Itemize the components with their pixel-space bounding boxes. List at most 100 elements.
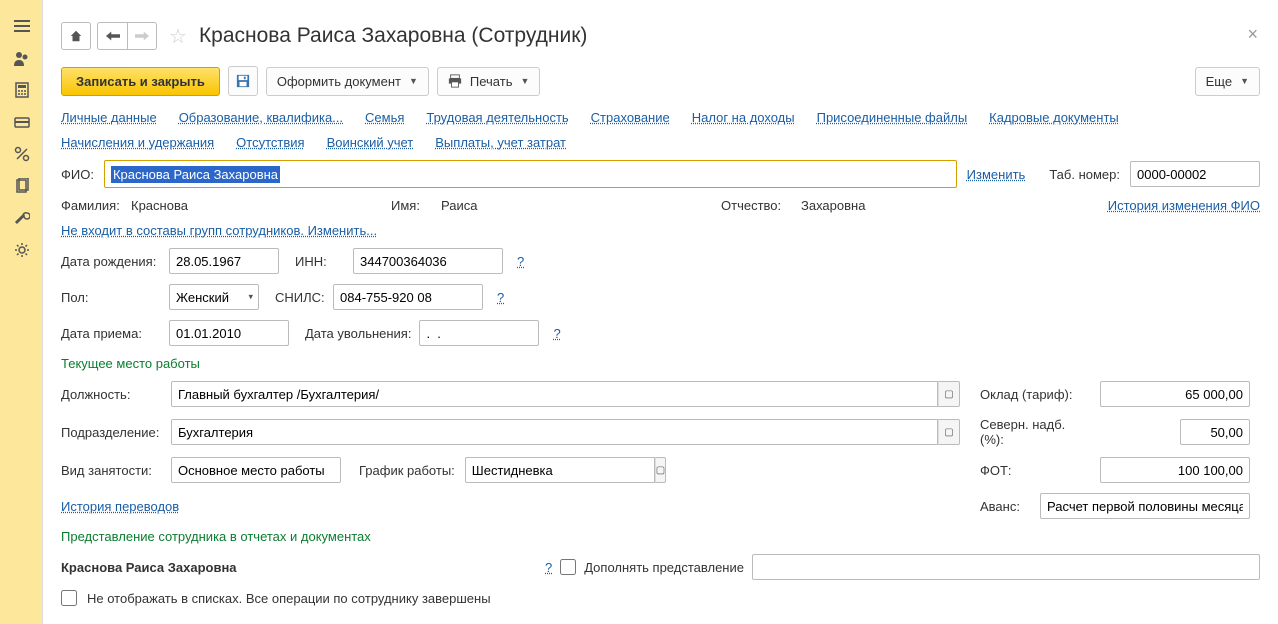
fot-input[interactable] xyxy=(1100,457,1250,483)
chevron-down-icon: ▼ xyxy=(409,76,418,86)
fire-label: Дата увольнения: xyxy=(305,326,411,341)
birth-input[interactable] xyxy=(169,248,279,274)
fio-label: ФИО: xyxy=(61,167,94,182)
toolbar: Записать и закрыть Оформить документ ▼ Пе… xyxy=(61,66,1260,96)
position-open-icon[interactable]: ▢ xyxy=(938,381,960,407)
schedule-open-icon[interactable]: ▢ xyxy=(655,457,666,483)
fio-input[interactable]: Краснова Раиса Захаровна xyxy=(104,160,957,188)
hide-label: Не отображать в списках. Все операции по… xyxy=(87,591,491,606)
supplement-checkbox[interactable] xyxy=(560,559,576,575)
sidebar-wallet-icon[interactable] xyxy=(0,106,43,138)
title-row: ☆ Краснова Раиса Захаровна (Сотрудник) × xyxy=(61,22,1260,50)
gender-select[interactable] xyxy=(169,284,259,310)
nav-back-button[interactable] xyxy=(97,22,127,50)
position-label: Должность: xyxy=(61,387,161,402)
fot-label: ФОТ: xyxy=(980,463,1090,478)
inn-help-icon[interactable]: ? xyxy=(517,254,524,269)
hire-label: Дата приема: xyxy=(61,326,161,341)
chevron-down-icon: ▼ xyxy=(1240,76,1249,86)
close-icon[interactable]: × xyxy=(1247,24,1258,45)
snils-label: СНИЛС: xyxy=(275,290,325,305)
dept-label: Подразделение: xyxy=(61,425,161,440)
tab-insurance[interactable]: Страхование xyxy=(591,110,670,125)
tab-work[interactable]: Трудовая деятельность xyxy=(426,110,568,125)
sidebar-menu-icon[interactable] xyxy=(0,10,43,42)
tab-military[interactable]: Воинский учет xyxy=(327,135,414,150)
more-label: Еще xyxy=(1206,74,1232,89)
nav-forward-button[interactable] xyxy=(127,22,157,50)
surname-value: Краснова xyxy=(131,198,381,213)
sidebar-people-icon[interactable] xyxy=(0,42,43,74)
print-dropdown[interactable]: Печать ▼ xyxy=(437,67,541,96)
fio-change-link[interactable]: Изменить xyxy=(967,167,1026,182)
supplement-label: Дополнять представление xyxy=(584,560,744,575)
tab-no-input[interactable] xyxy=(1130,161,1260,187)
tab-education[interactable]: Образование, квалифика... xyxy=(179,110,343,125)
emptype-label: Вид занятости: xyxy=(61,463,161,478)
sidebar-gear-icon[interactable] xyxy=(0,234,43,266)
save-button[interactable] xyxy=(228,66,258,96)
more-dropdown[interactable]: Еще ▼ xyxy=(1195,67,1260,96)
name-value: Раиса xyxy=(441,198,711,213)
workplace-section-title: Текущее место работы xyxy=(61,356,1260,371)
schedule-label: График работы: xyxy=(359,463,455,478)
sidebar-percent-icon[interactable] xyxy=(0,138,43,170)
sidebar-wrench-icon[interactable] xyxy=(0,202,43,234)
surname-label: Фамилия: xyxy=(61,198,121,213)
favorite-star-icon[interactable]: ☆ xyxy=(169,24,187,49)
groups-link[interactable]: Не входит в составы групп сотрудников. И… xyxy=(61,223,377,238)
main-content: ☆ Краснова Раиса Захаровна (Сотрудник) ×… xyxy=(43,0,1278,624)
tab-absences[interactable]: Отсутствия xyxy=(236,135,304,150)
north-label: Северн. надб. (%): xyxy=(980,417,1090,447)
tab-no-label: Таб. номер: xyxy=(1049,167,1120,182)
create-doc-dropdown[interactable]: Оформить документ ▼ xyxy=(266,67,429,96)
sidebar xyxy=(0,0,43,624)
tab-hr-docs[interactable]: Кадровые документы xyxy=(989,110,1119,125)
salary-input[interactable] xyxy=(1100,381,1250,407)
fire-help-icon[interactable]: ? xyxy=(553,326,560,341)
name-label: Имя: xyxy=(391,198,431,213)
tab-payments[interactable]: Выплаты, учет затрат xyxy=(435,135,566,150)
tab-files[interactable]: Присоединенные файлы xyxy=(817,110,968,125)
dept-input[interactable] xyxy=(171,419,938,445)
hire-input[interactable] xyxy=(169,320,289,346)
fire-input[interactable] xyxy=(419,320,539,346)
position-input[interactable] xyxy=(171,381,938,407)
tab-family[interactable]: Семья xyxy=(365,110,404,125)
advance-label: Аванс: xyxy=(980,499,1030,514)
inn-input[interactable] xyxy=(353,248,503,274)
inn-label: ИНН: xyxy=(295,254,345,269)
birth-label: Дата рождения: xyxy=(61,254,161,269)
advance-input[interactable] xyxy=(1040,493,1250,519)
repr-help-icon[interactable]: ? xyxy=(545,560,552,575)
transfer-history-link[interactable]: История переводов xyxy=(61,499,179,514)
snils-input[interactable] xyxy=(333,284,483,310)
hide-checkbox[interactable] xyxy=(61,590,77,606)
tab-tax[interactable]: Налог на доходы xyxy=(692,110,795,125)
north-input[interactable] xyxy=(1180,419,1250,445)
tab-personal[interactable]: Личные данные xyxy=(61,110,157,125)
tab-accruals[interactable]: Начисления и удержания xyxy=(61,135,214,150)
create-doc-label: Оформить документ xyxy=(277,74,401,89)
fio-value: Краснова Раиса Захаровна xyxy=(111,166,280,183)
supplement-input[interactable] xyxy=(752,554,1260,580)
emptype-input[interactable] xyxy=(171,457,341,483)
representation-name: Краснова Раиса Захаровна xyxy=(61,560,531,575)
save-close-button[interactable]: Записать и закрыть xyxy=(61,67,220,96)
sidebar-calculator-icon[interactable] xyxy=(0,74,43,106)
patronymic-value: Захаровна xyxy=(801,198,1098,213)
page-title: Краснова Раиса Захаровна (Сотрудник) xyxy=(199,24,587,48)
home-button[interactable] xyxy=(61,22,91,50)
snils-help-icon[interactable]: ? xyxy=(497,290,504,305)
patronymic-label: Отчество: xyxy=(721,198,791,213)
link-tabs: Личные данные Образование, квалифика... … xyxy=(61,110,1260,150)
gender-label: Пол: xyxy=(61,290,161,305)
fio-history-link[interactable]: История изменения ФИО xyxy=(1108,198,1260,213)
print-label: Печать xyxy=(470,74,513,89)
chevron-down-icon: ▼ xyxy=(520,76,529,86)
dept-open-icon[interactable]: ▢ xyxy=(938,419,960,445)
representation-section-title: Представление сотрудника в отчетах и док… xyxy=(61,529,1260,544)
sidebar-docs-icon[interactable] xyxy=(0,170,43,202)
schedule-input[interactable] xyxy=(465,457,655,483)
salary-label: Оклад (тариф): xyxy=(980,387,1090,402)
